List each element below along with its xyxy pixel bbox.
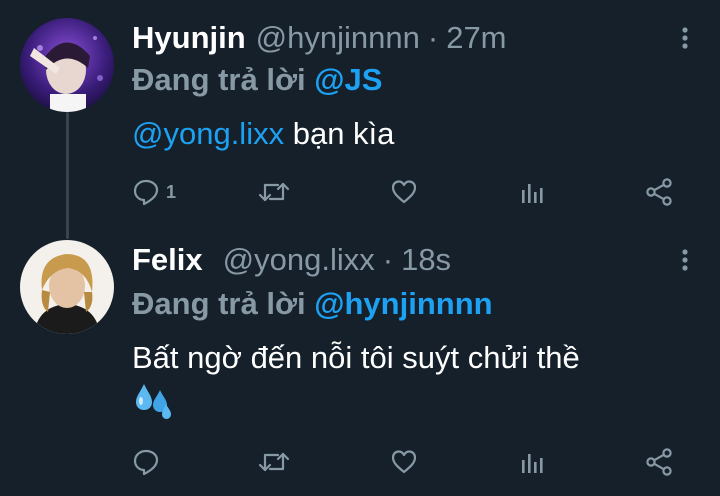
more-options-button[interactable]: [680, 248, 690, 272]
retweet-button[interactable]: [258, 174, 290, 210]
felix-avatar-photo: [20, 240, 114, 334]
reply-count: 1: [166, 181, 177, 202]
reply-button[interactable]: 1: [132, 174, 176, 210]
share-button[interactable]: [644, 444, 674, 480]
retweet-icon: [258, 452, 290, 472]
hyunjin-avatar-photo: [20, 18, 114, 112]
sweat-droplets-icon: [132, 382, 176, 422]
separator-dot: ·: [427, 20, 439, 55]
display-name[interactable]: Hyunjin: [132, 18, 246, 58]
more-vertical-icon: [682, 27, 688, 49]
replying-to-mention[interactable]: @hynjinnnn: [314, 286, 492, 321]
avatar[interactable]: [20, 18, 114, 112]
share-icon: [646, 178, 672, 206]
separator-dot: ·: [382, 242, 394, 277]
reply-button[interactable]: [132, 444, 166, 480]
like-icon: [391, 180, 417, 204]
analytics-button[interactable]: [518, 174, 546, 210]
like-button[interactable]: [390, 444, 418, 480]
user-handle[interactable]: @yong.lixx: [223, 240, 375, 280]
replying-prefix: Đang trả lời: [132, 62, 306, 97]
tweet-timestamp[interactable]: 18s: [401, 240, 451, 280]
like-icon: [391, 450, 417, 474]
tweet-timestamp[interactable]: 27m: [446, 18, 506, 58]
tweet-body: Bất ngờ đến nỗi tôi suýt chửi thề: [132, 340, 580, 375]
reply-icon: [133, 179, 159, 206]
analytics-icon: [522, 184, 543, 203]
like-button[interactable]: [390, 174, 418, 210]
tweet-hyunjin[interactable]: Hyunjin @hynjinnnn · 27m Đang trả lời @J…: [0, 18, 720, 228]
more-vertical-icon: [682, 249, 688, 271]
replying-to-mention[interactable]: @JS: [314, 62, 382, 97]
share-icon: [646, 448, 672, 476]
user-handle[interactable]: @hynjinnnn: [256, 18, 420, 58]
analytics-button[interactable]: [518, 444, 546, 480]
retweet-icon: [258, 182, 290, 202]
tweet-body: @yong.lixx bạn kìa: [132, 112, 394, 156]
replying-prefix: Đang trả lời: [132, 286, 306, 321]
tweet-felix[interactable]: Felix @yong.lixx · 18s Đang trả lời @hyn…: [0, 240, 720, 490]
action-bar: [132, 444, 692, 480]
share-button[interactable]: [644, 174, 674, 210]
replying-to: Đang trả lời @JS: [132, 60, 382, 100]
avatar[interactable]: [20, 240, 114, 334]
reply-icon: [133, 449, 159, 476]
analytics-icon: [522, 454, 543, 473]
retweet-button[interactable]: [258, 444, 290, 480]
action-bar: 1: [132, 174, 692, 210]
replying-to: Đang trả lời @hynjinnnn: [132, 284, 493, 324]
more-options-button[interactable]: [680, 26, 690, 50]
body-mention[interactable]: @yong.lixx: [132, 116, 284, 151]
body-text: bạn kìa: [284, 116, 395, 151]
display-name[interactable]: Felix: [132, 240, 203, 280]
